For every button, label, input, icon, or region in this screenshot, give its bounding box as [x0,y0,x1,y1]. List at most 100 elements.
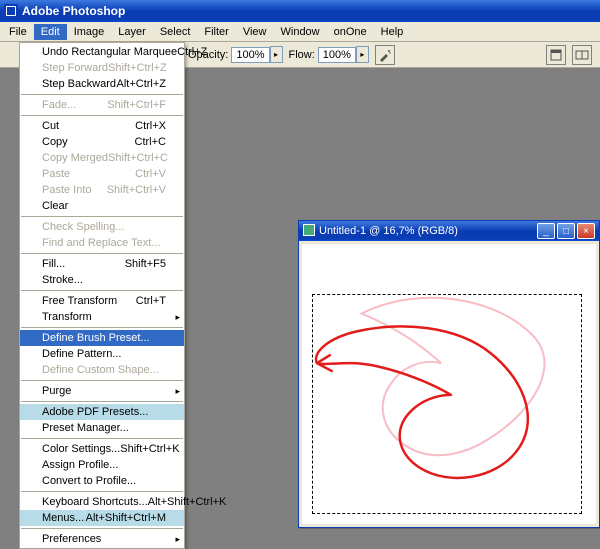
menu-item-copy[interactable]: Copy Ctrl+C [20,134,184,150]
menu-item-shortcut: Alt+Ctrl+Z [116,78,166,90]
menu-item-fill[interactable]: Fill...Shift+F5 [20,256,184,272]
menu-item-label: Preferences [42,533,101,545]
maximize-button[interactable]: □ [557,223,575,239]
menu-item-label: Color Settings... [42,443,120,455]
document-title: Untitled-1 @ 16,7% (RGB/8) [319,225,458,237]
menu-onone[interactable]: onOne [327,24,374,40]
rectangular-marquee [312,294,582,514]
edit-menu: Undo Rectangular MarqueeCtrl+ZStep Forwa… [19,42,185,549]
menu-item-paste: Paste Ctrl+V [20,166,184,182]
menu-item-define-custom-shape: Define Custom Shape... [20,362,184,378]
menu-item-define-brush-preset[interactable]: Define Brush Preset... [20,330,184,346]
menu-item-label: Transform [42,311,92,323]
menu-item-step-forward: Step ForwardShift+Ctrl+Z [20,60,184,76]
menu-select[interactable]: Select [153,24,198,40]
menu-item-shortcut: Alt+Shift+Ctrl+K [148,496,227,508]
menu-file[interactable]: File [2,24,34,40]
menu-item-label: Menus... [42,512,84,524]
menu-item-copy-merged: Copy MergedShift+Ctrl+C [20,150,184,166]
menu-item-check-spelling: Check Spelling... [20,219,184,235]
menu-item-preferences[interactable]: Preferences [20,531,184,547]
menu-item-adobe-pdf-presets[interactable]: Adobe PDF Presets... [20,404,184,420]
document-icon [303,224,315,239]
menu-item-label: Assign Profile... [42,459,118,471]
menu-item-fade: Fade... Shift+Ctrl+F [20,97,184,113]
menu-item-label: Copy Merged [42,152,108,164]
menu-item-label: Define Custom Shape... [42,364,159,376]
workspace-toggle-icon[interactable] [572,45,592,65]
menu-item-label: Fade... [42,99,76,111]
menu-edit[interactable]: Edit [34,24,67,40]
menu-item-label: Purge [42,385,71,397]
menu-item-menus[interactable]: Menus...Alt+Shift+Ctrl+M [20,510,184,526]
menu-item-label: Copy [42,136,68,148]
flow-arrow-icon[interactable]: ▸ [356,46,369,63]
menu-item-shortcut: Ctrl+V [135,168,166,180]
palette-toggle-icon[interactable] [546,45,566,65]
menu-item-shortcut: Ctrl+T [136,295,166,307]
menu-item-label: Paste [42,168,70,180]
menu-item-convert-to-profile[interactable]: Convert to Profile... [20,473,184,489]
menu-item-shortcut: Ctrl+C [135,136,166,148]
menu-item-step-backward[interactable]: Step BackwardAlt+Ctrl+Z [20,76,184,92]
menu-item-assign-profile[interactable]: Assign Profile... [20,457,184,473]
menu-item-cut[interactable]: Cut Ctrl+X [20,118,184,134]
close-button[interactable]: × [577,223,595,239]
menu-image[interactable]: Image [67,24,112,40]
menu-help[interactable]: Help [374,24,411,40]
opacity-arrow-icon[interactable]: ▸ [270,46,283,63]
menu-item-label: Convert to Profile... [42,475,136,487]
menu-item-label: Define Brush Preset... [42,332,150,344]
menu-item-shortcut: Shift+Ctrl+F [107,99,166,111]
menu-item-stroke[interactable]: Stroke... [20,272,184,288]
menu-separator [21,216,183,217]
menu-item-shortcut: Ctrl+X [135,120,166,132]
menu-item-shortcut: Ctrl+Z [177,46,207,58]
menu-separator [21,327,183,328]
menu-item-keyboard-shortcuts[interactable]: Keyboard Shortcuts...Alt+Shift+Ctrl+K [20,494,184,510]
menu-separator [21,290,183,291]
menu-separator [21,491,183,492]
menu-item-label: Clear [42,200,68,212]
menu-item-free-transform[interactable]: Free Transform Ctrl+T [20,293,184,309]
menu-item-clear[interactable]: Clear [20,198,184,214]
menu-layer[interactable]: Layer [111,24,153,40]
menu-item-shortcut: Shift+Ctrl+C [108,152,168,164]
menu-window[interactable]: Window [274,24,327,40]
menu-item-preset-manager[interactable]: Preset Manager... [20,420,184,436]
menu-item-label: Define Pattern... [42,348,122,360]
menu-item-undo-rectangular-marquee[interactable]: Undo Rectangular MarqueeCtrl+Z [20,44,184,60]
menu-item-label: Fill... [42,258,65,270]
menu-separator [21,401,183,402]
menu-item-label: Cut [42,120,59,132]
menu-item-label: Paste Into [42,184,92,196]
flow-label: Flow: [289,49,315,61]
menu-item-label: Check Spelling... [42,221,125,233]
document-titlebar[interactable]: Untitled-1 @ 16,7% (RGB/8) _ □ × [299,221,599,241]
menu-item-purge[interactable]: Purge [20,383,184,399]
menu-item-shortcut: Shift+Ctrl+K [120,443,179,455]
menu-item-define-pattern[interactable]: Define Pattern... [20,346,184,362]
opacity-field[interactable]: 100% [231,47,269,63]
menu-separator [21,253,183,254]
document-window[interactable]: Untitled-1 @ 16,7% (RGB/8) _ □ × [298,220,600,528]
menu-item-shortcut: Shift+Ctrl+V [107,184,166,196]
menu-item-label: Keyboard Shortcuts... [42,496,148,508]
airbrush-icon[interactable] [375,45,395,65]
app-title: Adobe Photoshop [22,4,125,18]
menu-separator [21,380,183,381]
canvas[interactable] [302,244,596,524]
menu-separator [21,528,183,529]
flow-field[interactable]: 100% [318,47,356,63]
menu-item-find-and-replace-text: Find and Replace Text... [20,235,184,251]
menu-item-label: Step Forward [42,62,108,74]
menu-separator [21,94,183,95]
menu-item-transform[interactable]: Transform [20,309,184,325]
minimize-button[interactable]: _ [537,223,555,239]
menu-item-shortcut: Alt+Shift+Ctrl+M [86,512,166,524]
menu-view[interactable]: View [236,24,274,40]
menu-item-color-settings[interactable]: Color Settings...Shift+Ctrl+K [20,441,184,457]
menubar: FileEditImageLayerSelectFilterViewWindow… [0,22,600,42]
menu-filter[interactable]: Filter [197,24,235,40]
menu-item-label: Free Transform [42,295,117,307]
